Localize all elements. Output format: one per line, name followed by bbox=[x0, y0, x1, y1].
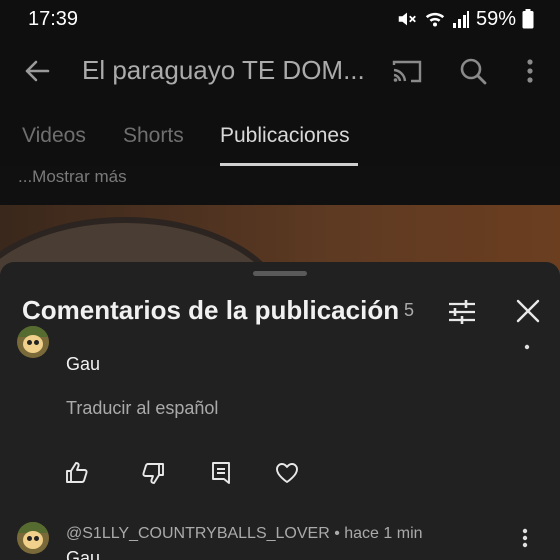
more-vertical-icon bbox=[518, 526, 532, 550]
like-button[interactable] bbox=[64, 460, 90, 486]
battery-icon bbox=[522, 9, 534, 29]
drag-handle[interactable] bbox=[253, 271, 307, 276]
more-vertical-icon bbox=[516, 54, 544, 88]
comment-menu-button[interactable] bbox=[520, 338, 534, 352]
heart-icon bbox=[274, 460, 300, 486]
sort-filter-button[interactable] bbox=[446, 296, 478, 328]
more-options-button[interactable] bbox=[516, 54, 544, 88]
cast-button[interactable] bbox=[390, 54, 424, 88]
status-time: 17:39 bbox=[28, 8, 79, 30]
heart-button[interactable] bbox=[274, 460, 300, 486]
cast-icon bbox=[390, 54, 424, 88]
commenter-avatar[interactable] bbox=[17, 326, 49, 358]
top-app-bar: El paraguayo TE DOM... bbox=[0, 38, 560, 104]
close-icon bbox=[513, 296, 543, 326]
comment-menu-button[interactable] bbox=[518, 526, 532, 550]
reply-button[interactable] bbox=[208, 460, 234, 486]
comment-text: Gau bbox=[66, 354, 101, 374]
status-bar: 17:39 59% bbox=[0, 0, 560, 38]
tab-videos[interactable]: Videos bbox=[22, 124, 86, 148]
tab-publicaciones[interactable]: Publicaciones bbox=[220, 124, 350, 148]
dislike-button[interactable] bbox=[140, 460, 166, 486]
more-vertical-icon bbox=[520, 338, 534, 352]
translate-button[interactable]: Traducir al español bbox=[66, 398, 218, 419]
battery-percent: 59% bbox=[475, 7, 516, 30]
back-button[interactable] bbox=[20, 54, 54, 88]
commenter-avatar[interactable] bbox=[17, 522, 49, 554]
channel-title[interactable]: El paraguayo TE DOM... bbox=[82, 55, 382, 86]
wifi-icon bbox=[424, 8, 446, 30]
signal-icon bbox=[452, 9, 470, 29]
tab-shorts[interactable]: Shorts bbox=[123, 124, 184, 148]
show-more-link[interactable]: ...Mostrar más bbox=[18, 167, 127, 187]
comment-text: Gau bbox=[66, 548, 101, 560]
search-button[interactable] bbox=[456, 54, 490, 88]
comment-count: 5 bbox=[404, 300, 415, 320]
sheet-title: Comentarios de la publicación bbox=[22, 295, 400, 325]
thumbs-down-icon bbox=[140, 460, 166, 486]
thumbs-up-icon bbox=[64, 460, 90, 486]
sliders-icon bbox=[446, 296, 478, 328]
comment-author[interactable]: @S1LLY_COUNTRYBALLS_LOVER • hace 1 min bbox=[66, 525, 423, 543]
channel-tabs: Videos Shorts Publicaciones bbox=[0, 104, 560, 166]
search-icon bbox=[456, 54, 490, 88]
close-button[interactable] bbox=[513, 296, 543, 326]
mute-icon bbox=[396, 8, 418, 30]
status-icons: 59% bbox=[396, 7, 534, 31]
arrow-left-icon bbox=[20, 54, 54, 88]
reply-icon bbox=[208, 460, 234, 486]
